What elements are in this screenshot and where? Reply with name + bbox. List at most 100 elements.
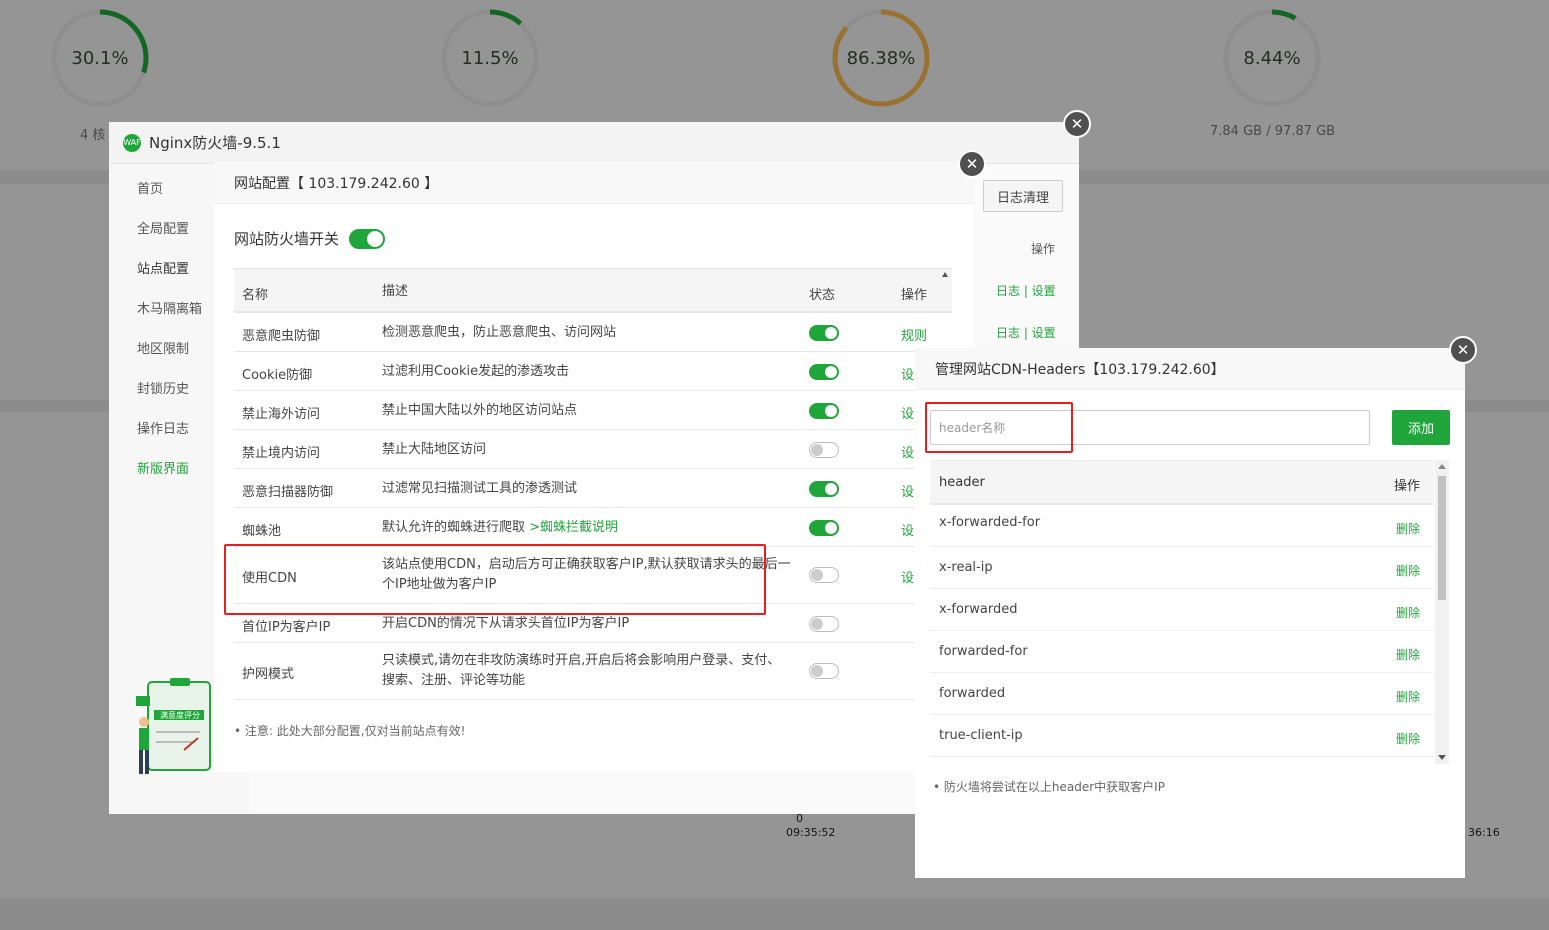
sidebar-item-site-config[interactable]: 站点配置 xyxy=(137,258,189,277)
cdn-headers-dialog: 管理网站CDN-Headers【103.179.242.60】 添加 heade… xyxy=(915,348,1465,878)
header-name: x-forwarded xyxy=(939,602,1018,617)
rule-toggle[interactable] xyxy=(809,616,839,632)
header-table: header 操作 x-forwarded-for 删除 x-real-ip 删… xyxy=(930,460,1434,764)
log-settings-link[interactable]: 日志 | 设置 xyxy=(996,324,1056,341)
firewall-switch[interactable] xyxy=(349,228,386,249)
column-op: 操作 xyxy=(901,288,928,303)
note-text: 防火墙将尝试在以上header中获取客户IP xyxy=(943,780,1165,794)
firewall-close-button[interactable]: ✕ xyxy=(1063,110,1091,138)
rule-op-link[interactable]: 设 xyxy=(901,442,914,461)
highlight-box xyxy=(925,402,1073,453)
table-row: 恶意扫描器防御 过滤常见扫描测试工具的渗透测试 设 xyxy=(234,469,952,508)
table-header: header 操作 xyxy=(930,461,1434,505)
table-row: 禁止海外访问 禁止中国大陆以外的地区访问站点 设 xyxy=(234,391,952,430)
scrollbar-thumb[interactable] xyxy=(1438,476,1446,600)
rule-desc: 禁止中国大陆以外的地区访问站点 xyxy=(382,403,578,418)
scroll-up-arrow-icon[interactable] xyxy=(1438,464,1446,469)
rule-desc: 检测恶意爬虫，防止恶意爬虫、访问网站 xyxy=(382,325,617,340)
site-config-note: • 注意: 此处大部分配置,仅对当前站点有效! xyxy=(234,724,466,738)
table-row: x-real-ip 删除 xyxy=(930,547,1434,589)
rule-name: 蜘蛛池 xyxy=(242,524,282,539)
rule-toggle[interactable] xyxy=(809,481,839,497)
rule-toggle[interactable] xyxy=(809,442,839,458)
cdn-dialog-close-button[interactable]: ✕ xyxy=(1449,336,1477,364)
table-row: 恶意爬虫防御 检测恶意爬虫，防止恶意爬虫、访问网站 规则 xyxy=(234,313,952,352)
firewall-titlebar: WAF Nginx防火墙-9.5.1 xyxy=(109,122,1079,164)
rule-name: 护网模式 xyxy=(242,667,295,682)
site-config-dialog: 网站配置【 103.179.242.60 】 网站防火墙开关 名称 描述 状态 … xyxy=(214,162,974,772)
table-row: 禁止境内访问 禁止大陆地区访问 设 xyxy=(234,430,952,469)
delete-link[interactable]: 删除 xyxy=(1396,688,1420,705)
rule-name: 首位IP为客户IP xyxy=(242,620,331,635)
sidebar-item-global-config[interactable]: 全局配置 xyxy=(137,218,189,237)
delete-link[interactable]: 删除 xyxy=(1396,520,1420,537)
sidebar-item-block-history[interactable]: 封锁历史 xyxy=(137,378,189,397)
sidebar-item-trojan-quarantine[interactable]: 木马隔离箱 xyxy=(137,298,202,317)
rule-op-link[interactable]: 设 xyxy=(901,567,914,586)
sidebar-item-region-limit[interactable]: 地区限制 xyxy=(137,338,189,357)
firewall-switch-row: 网站防火墙开关 xyxy=(234,228,386,249)
rule-desc: 默认允许的蜘蛛进行爬取 >蜘蛛拦截说明 xyxy=(382,518,792,538)
rule-op-link[interactable]: 设 xyxy=(901,364,914,383)
header-name: true-client-ip xyxy=(939,728,1023,743)
header-name: x-forwarded-for xyxy=(939,515,1041,530)
table-row: 护网模式 只读模式,请勿在非攻防演练时开启,开启后将会影响用户登录、支付、搜索、… xyxy=(234,643,952,700)
table-header: 名称 描述 状态 操作 xyxy=(234,269,952,313)
rule-toggle[interactable] xyxy=(809,364,839,380)
log-clean-button[interactable]: 日志清理 xyxy=(983,180,1063,212)
rule-desc: 过滤利用Cookie发起的渗透攻击 xyxy=(382,364,570,379)
rule-op-link[interactable]: 规则 xyxy=(901,325,927,344)
delete-link[interactable]: 删除 xyxy=(1396,646,1420,663)
rule-op-link[interactable]: 设 xyxy=(901,403,914,422)
firewall-switch-label: 网站防火墙开关 xyxy=(234,230,340,248)
column-desc: 描述 xyxy=(382,284,409,299)
delete-link[interactable]: 删除 xyxy=(1396,730,1420,747)
add-header-button[interactable]: 添加 xyxy=(1392,410,1450,445)
log-settings-link[interactable]: 日志 | 设置 xyxy=(996,282,1056,299)
rule-desc: 开启CDN的情况下从请求头首位IP为客户IP xyxy=(382,616,630,631)
delete-link[interactable]: 删除 xyxy=(1396,562,1420,579)
site-config-table: 名称 描述 状态 操作 恶意爬虫防御 检测恶意爬虫，防止恶意爬虫、访问网站 规则… xyxy=(234,268,952,700)
rule-desc-text: 默认允许的蜘蛛进行爬取 xyxy=(382,520,530,535)
highlight-box xyxy=(224,544,766,615)
cdn-toggle[interactable] xyxy=(809,567,839,583)
illustration-label: 满意度评分 xyxy=(160,710,200,720)
table-row xyxy=(930,757,1434,764)
column-op: 操作 xyxy=(1393,479,1420,494)
rule-toggle[interactable] xyxy=(809,325,839,341)
table-row: true-client-ip 删除 xyxy=(930,715,1434,757)
rule-toggle[interactable] xyxy=(809,663,839,679)
rule-name: 禁止境内访问 xyxy=(242,446,321,461)
site-config-close-button[interactable]: ✕ xyxy=(958,150,986,178)
rule-op-link[interactable]: 设 xyxy=(901,481,914,500)
header-table-scrollbar[interactable] xyxy=(1435,460,1449,764)
rule-toggle[interactable] xyxy=(809,403,839,419)
spider-help-link[interactable]: >蜘蛛拦截说明 xyxy=(529,520,618,535)
table-row: forwarded 删除 xyxy=(930,673,1434,715)
column-state: 状态 xyxy=(809,288,836,303)
rule-name: 禁止海外访问 xyxy=(242,407,321,422)
header-name: forwarded-for xyxy=(939,644,1028,659)
shield-icon: WAF xyxy=(123,133,141,152)
satisfaction-illustration: 满意度评分 xyxy=(136,678,211,774)
sidebar-item-operation-log[interactable]: 操作日志 xyxy=(137,418,189,437)
column-name: 名称 xyxy=(242,288,269,303)
scroll-down-arrow-icon[interactable] xyxy=(1438,755,1446,760)
scroll-up-arrow-icon[interactable] xyxy=(942,272,948,277)
table-row: Cookie防御 过滤利用Cookie发起的渗透攻击 设 xyxy=(234,352,952,391)
rule-toggle[interactable] xyxy=(809,520,839,536)
column-op: 操作 xyxy=(1031,242,1056,256)
rule-name: 恶意扫描器防御 xyxy=(242,485,334,500)
rule-desc: 过滤常见扫描测试工具的渗透测试 xyxy=(382,481,578,496)
delete-link[interactable]: 删除 xyxy=(1396,604,1420,621)
note-text: 注意: 此处大部分配置,仅对当前站点有效! xyxy=(244,724,466,738)
table-row: forwarded-for 删除 xyxy=(930,631,1434,673)
rule-desc: 禁止大陆地区访问 xyxy=(382,442,487,457)
firewall-title: Nginx防火墙-9.5.1 xyxy=(149,134,281,152)
sidebar-item-new-ui[interactable]: 新版界面 xyxy=(137,458,189,477)
sidebar-item-home[interactable]: 首页 xyxy=(137,178,163,197)
cdn-dialog-title: 管理网站CDN-Headers【103.179.242.60】 xyxy=(915,348,1465,390)
table-row: 蜘蛛池 默认允许的蜘蛛进行爬取 >蜘蛛拦截说明 设 xyxy=(234,508,952,547)
rule-op-link[interactable]: 设 xyxy=(901,520,914,539)
rule-name: 恶意爬虫防御 xyxy=(242,329,321,344)
